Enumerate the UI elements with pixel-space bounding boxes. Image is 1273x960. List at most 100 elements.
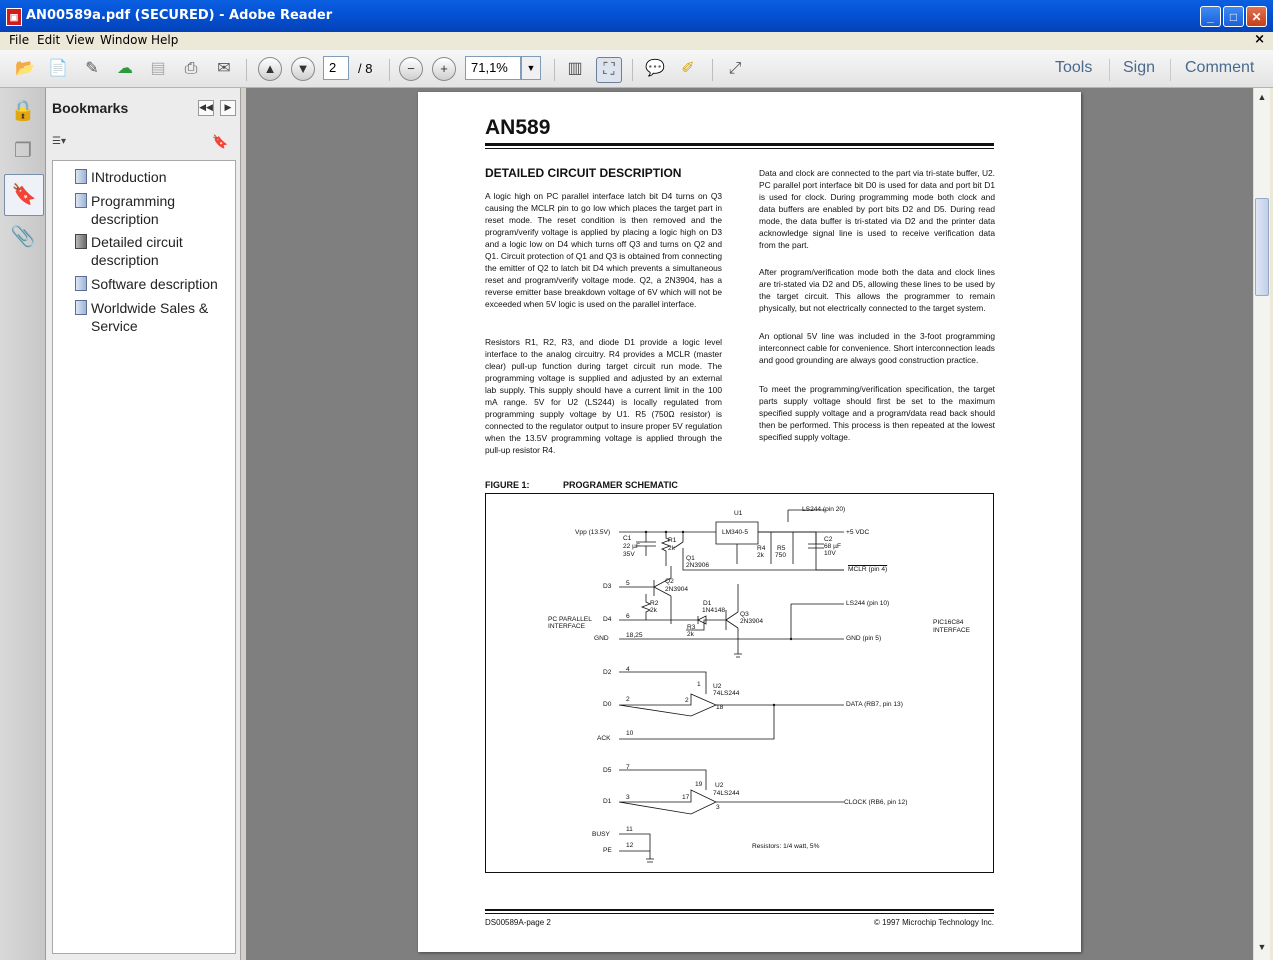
menu-view[interactable]: View — [66, 33, 94, 47]
options-menu-icon[interactable]: ☰▾ — [52, 136, 74, 150]
close-document-icon[interactable]: × — [1254, 32, 1265, 47]
close-button[interactable]: ✕ — [1246, 6, 1267, 27]
bookmarks-icon[interactable]: 🔖 — [4, 174, 44, 216]
label-pin10: 10 — [626, 730, 634, 737]
scrolling-mode-icon[interactable]: ▥ — [563, 57, 587, 81]
pdf-page: AN589 DETAILED CIRCUIT DESCRIPTION A log… — [418, 92, 1081, 952]
label-r2v: 2k — [650, 607, 657, 614]
create-pdf-icon[interactable]: 📄 — [46, 57, 70, 81]
minimize-button[interactable]: _ — [1200, 6, 1221, 27]
zoom-in-icon[interactable]: + — [432, 57, 456, 81]
next-page-icon[interactable]: ▼ — [291, 57, 315, 81]
label-ack: ACK — [597, 735, 611, 742]
edit-icon[interactable]: ✎ — [80, 57, 104, 81]
bookmark-programming-description[interactable]: Programming description — [91, 192, 211, 228]
label-q2p: 2N3904 — [665, 586, 689, 593]
zoom-input[interactable]: 71,1% — [465, 56, 521, 80]
label-r5v: 750 — [775, 552, 787, 559]
label-gnd-pin5: GND (pin 5) — [846, 635, 882, 642]
paragraph: A logic high on PC parallel interface la… — [485, 191, 722, 309]
label-5vdc: +5 VDC — [846, 529, 870, 536]
attachments-icon[interactable]: 📎 — [8, 222, 38, 252]
label-pin11: 11 — [626, 826, 633, 833]
label-pin3: 3 — [626, 794, 630, 801]
collapse-panel-icon[interactable]: ◀◀ — [198, 100, 214, 116]
label-gnd: GND — [594, 635, 609, 642]
bookmark-settings-icon[interactable]: 🔖 — [212, 134, 228, 150]
label-c1r: 35V — [623, 551, 635, 558]
label-d0: D0 — [603, 701, 612, 708]
upload-icon[interactable]: ☁ — [113, 57, 137, 81]
fullscreen-icon[interactable]: ⤢ — [723, 57, 747, 81]
print-icon[interactable]: ⎙ — [179, 57, 203, 81]
label-d2: D2 — [603, 669, 612, 676]
label-pin19: 19 — [695, 781, 703, 788]
label-pin17: 17 — [682, 794, 690, 801]
highlight-icon[interactable]: ✐ — [676, 57, 700, 81]
menu-window[interactable]: Window — [100, 33, 147, 47]
menu-help[interactable]: Help — [151, 33, 178, 47]
label-vpp: Vpp (13.5V) — [575, 529, 611, 536]
label-d5: D5 — [603, 767, 612, 774]
label-u1-part: LM340-5 — [722, 529, 749, 536]
label-ls244-20: LS244 (pin 20) — [802, 506, 846, 513]
bookmark-software-description[interactable]: Software description — [91, 275, 218, 293]
save-icon[interactable]: ▤ — [146, 57, 170, 81]
fit-page-icon[interactable]: ⛶ — [596, 57, 622, 83]
label-q2: Q2 — [665, 578, 674, 585]
bookmarks-list: INtroduction Programming description Det… — [52, 160, 236, 954]
lock-icon[interactable]: 🔒 — [8, 96, 38, 126]
expand-panel-icon[interactable]: ▶ — [220, 100, 236, 116]
open-icon[interactable]: 📂 — [13, 57, 37, 81]
label-r1: R1 — [668, 537, 677, 544]
scroll-down-icon[interactable]: ▼ — [1255, 940, 1269, 955]
label-u2b: U2 — [715, 782, 724, 789]
sign-link[interactable]: Sign — [1123, 59, 1155, 77]
page-thumbnails-icon[interactable]: ❐ — [8, 136, 38, 166]
page-number-input[interactable]: 2 — [323, 56, 349, 80]
scroll-thumb[interactable] — [1255, 198, 1269, 296]
section-title: DETAILED CIRCUIT DESCRIPTION — [485, 166, 682, 180]
bookmark-icon — [75, 234, 87, 249]
bookmark-introduction[interactable]: INtroduction — [91, 168, 166, 186]
bookmark-icon — [75, 276, 87, 291]
vertical-scrollbar[interactable]: ▲ ▼ — [1253, 88, 1270, 960]
bookmark-icon — [75, 193, 87, 208]
label-d1p: 1N4148 — [702, 607, 726, 614]
figure-title: PROGRAMER SCHEMATIC — [563, 480, 678, 490]
previous-page-icon[interactable]: ▲ — [258, 57, 282, 81]
comment-link[interactable]: Comment — [1185, 59, 1254, 77]
page-total: / 8 — [358, 61, 373, 76]
pdf-icon: ▣ — [6, 8, 22, 26]
label-d4: D4 — [603, 616, 612, 623]
paragraph: An optional 5V line was included in the … — [759, 331, 995, 365]
label-data: DATA (RB7, pin 13) — [846, 701, 903, 708]
toolbar: 📂 📄 ✎ ☁ ▤ ⎙ ✉ ▲ ▼ 2 / 8 − + 71,1% ▼ ▥ ⛶ … — [0, 50, 1273, 88]
bookmark-icon — [75, 169, 87, 184]
tools-link[interactable]: Tools — [1055, 59, 1092, 77]
comment-note-icon[interactable]: 💬 — [643, 57, 667, 81]
maximize-button[interactable]: □ — [1223, 6, 1244, 27]
label-c2r: 10V — [824, 550, 836, 557]
label-pic16c84: PIC16C84 — [933, 619, 964, 626]
menu-file[interactable]: File — [9, 33, 29, 47]
email-icon[interactable]: ✉ — [212, 57, 236, 81]
paragraph: Resistors R1, R2, R3, and diode D1 provi… — [485, 337, 722, 455]
zoom-out-icon[interactable]: − — [399, 57, 423, 81]
menu-edit[interactable]: Edit — [37, 33, 60, 47]
bookmark-worldwide-sales-service[interactable]: Worldwide Sales & Service — [91, 299, 221, 335]
label-pin2: 2 — [626, 696, 630, 703]
footer-right: © 1997 Microchip Technology Inc. — [873, 918, 994, 927]
bookmark-detailed-circuit-description[interactable]: Detailed circuit description — [91, 233, 211, 269]
label-busy: BUSY — [592, 831, 610, 838]
label-resistors-note: Resistors: 1/4 watt, 5% — [752, 843, 820, 850]
zoom-dropdown-icon[interactable]: ▼ — [521, 56, 541, 80]
scroll-up-icon[interactable]: ▲ — [1255, 90, 1269, 105]
paragraph: After program/verification mode both the… — [759, 267, 995, 313]
label-pins-18-25: 18,25 — [626, 632, 643, 639]
label-u2bp: 74LS244 — [713, 790, 740, 797]
bookmarks-panel: Bookmarks ◀◀ ▶ ☰▾ 🔖 INtroduction Program… — [46, 88, 241, 960]
figure-label: FIGURE 1: — [485, 480, 530, 490]
label-d3: D3 — [603, 583, 612, 590]
label-r3v: 2k — [687, 631, 694, 638]
